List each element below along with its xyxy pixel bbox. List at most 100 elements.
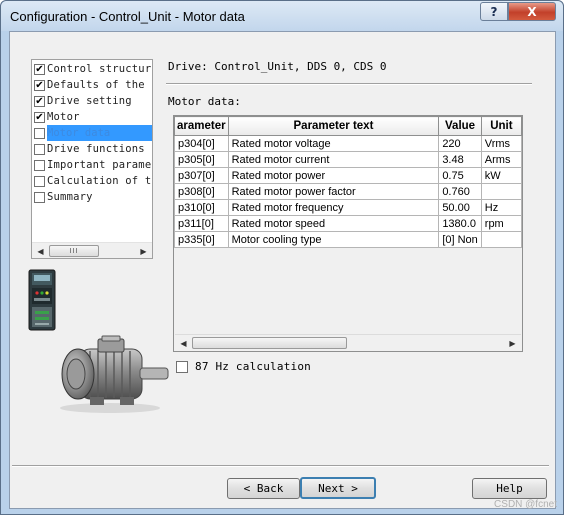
parameter-cell: p308[0]: [174, 183, 229, 200]
nav-item-label: Motor data: [47, 127, 111, 139]
motor-image: [50, 335, 175, 418]
table-row: p305[0] Rated motor current 3.48 Arms: [174, 151, 522, 168]
scroll-right-icon[interactable]: ▶: [135, 243, 152, 258]
nav-checkbox[interactable]: [34, 143, 45, 155]
checkmark-icon: ✔: [35, 95, 44, 107]
motor-data-grid: arameter Parameter text Value Unit p304[…: [173, 115, 523, 352]
column-header-parameter[interactable]: arameter: [174, 116, 229, 136]
scroll-left-icon[interactable]: ◀: [175, 335, 192, 351]
table-row: p310[0] Rated motor frequency 50.00 Hz: [174, 199, 522, 216]
column-header-value[interactable]: Value: [438, 116, 482, 136]
nav-item-control-structure[interactable]: ✔ Control structure: [32, 61, 152, 77]
nav-item-label: Motor: [47, 111, 80, 123]
drive-info-text: Drive: Control_Unit, DDS 0, CDS 0: [168, 60, 387, 73]
table-row: p311[0] Rated motor speed 1380.0 rpm: [174, 215, 522, 232]
nav-checkbox[interactable]: [34, 175, 45, 187]
parameter-text-cell: Rated motor power: [227, 167, 440, 184]
table-row: p335[0] Motor cooling type [0] Non: [174, 231, 522, 248]
parameter-cell: p311[0]: [174, 215, 229, 232]
help-button[interactable]: Help: [472, 478, 547, 499]
parameter-text-cell: Rated motor frequency: [227, 199, 440, 216]
drive-unit-image: [28, 269, 56, 334]
nav-checkbox[interactable]: ✔: [34, 95, 45, 107]
table-header-row: arameter Parameter text Value Unit: [174, 116, 522, 136]
parameter-text-cell: Rated motor speed: [227, 215, 440, 232]
87hz-label: 87 Hz calculation: [195, 360, 311, 373]
scroll-left-icon[interactable]: ◀: [32, 243, 49, 258]
checkmark-icon: ✔: [35, 63, 44, 75]
parameter-text-cell: Motor cooling type: [227, 231, 440, 248]
unit-cell: Arms: [480, 151, 522, 168]
nav-item-label: Important paramete: [47, 159, 152, 171]
nav-checkbox[interactable]: ✔: [34, 63, 45, 75]
nav-checkbox[interactable]: [34, 191, 45, 203]
nav-checkbox[interactable]: ✔: [34, 111, 45, 123]
nav-item-important-parameters[interactable]: Important paramete: [32, 157, 152, 173]
parameter-text-cell: Rated motor current: [227, 151, 440, 168]
value-cell[interactable]: 220: [438, 135, 482, 152]
unit-cell: [480, 231, 522, 248]
parameter-cell: p310[0]: [174, 199, 229, 216]
nav-item-label: Defaults of the se: [47, 79, 152, 91]
unit-cell: rpm: [480, 215, 522, 232]
nav-item-drive-functions[interactable]: Drive functions: [32, 141, 152, 157]
parameter-cell: p305[0]: [174, 151, 229, 168]
checkmark-icon: ✔: [35, 111, 44, 123]
87hz-checkbox[interactable]: [176, 360, 188, 373]
title-bar[interactable]: Configuration - Control_Unit - Motor dat…: [1, 1, 563, 31]
parameter-cell: p335[0]: [174, 231, 229, 248]
nav-horizontal-scrollbar[interactable]: ◀ III ▶: [32, 242, 152, 258]
value-cell[interactable]: [0] Non: [438, 231, 482, 248]
parameter-table: arameter Parameter text Value Unit p304[…: [174, 116, 522, 248]
value-cell[interactable]: 0.760: [438, 183, 482, 200]
unit-cell: [480, 183, 522, 200]
motor-data-label: Motor data:: [168, 95, 241, 108]
question-icon: ?: [490, 4, 498, 19]
nav-item-motor-data[interactable]: Motor data: [32, 125, 152, 141]
scrollbar-thumb[interactable]: [192, 337, 347, 349]
watermark: CSDN @fcnet: [494, 499, 557, 510]
option-87hz[interactable]: 87 Hz calculation: [176, 360, 311, 373]
dialog-body: ✔ Control structure ✔ Defaults of the se…: [9, 31, 556, 509]
back-button[interactable]: < Back: [227, 478, 300, 499]
value-cell[interactable]: 50.00: [438, 199, 482, 216]
divider: [166, 83, 532, 85]
nav-item-label: Drive setting: [47, 95, 132, 107]
nav-item-defaults[interactable]: ✔ Defaults of the se: [32, 77, 152, 93]
nav-checkbox[interactable]: ✔: [34, 79, 45, 91]
table-row: p307[0] Rated motor power 0.75 kW: [174, 167, 522, 184]
table-row: p308[0] Rated motor power factor 0.760: [174, 183, 522, 200]
checkmark-icon: ✔: [35, 79, 44, 91]
value-cell[interactable]: 3.48: [438, 151, 482, 168]
parameter-text-cell: Rated motor power factor: [227, 183, 440, 200]
nav-item-label: Summary: [47, 191, 93, 203]
nav-item-calculation[interactable]: Calculation of the: [32, 173, 152, 189]
unit-cell: Vrms: [480, 135, 522, 152]
title-help-button[interactable]: ?: [480, 2, 508, 21]
column-header-parameter-text[interactable]: Parameter text: [227, 116, 440, 136]
grid-horizontal-scrollbar[interactable]: ◀ ▶: [175, 334, 521, 351]
parameter-cell: p304[0]: [174, 135, 229, 152]
table-row: p304[0] Rated motor voltage 220 Vrms: [174, 135, 522, 152]
unit-cell: Hz: [480, 199, 522, 216]
nav-item-label: Control structure: [47, 63, 152, 75]
parameter-cell: p307[0]: [174, 167, 229, 184]
navigation-tree: ✔ Control structure ✔ Defaults of the se…: [31, 59, 153, 259]
column-header-unit[interactable]: Unit: [480, 116, 522, 136]
close-icon: X: [527, 4, 537, 19]
value-cell[interactable]: 1380.0: [438, 215, 482, 232]
nav-checkbox[interactable]: [34, 159, 45, 171]
title-close-button[interactable]: X: [508, 2, 556, 21]
nav-item-summary[interactable]: Summary: [32, 189, 152, 205]
next-button[interactable]: Next >: [300, 477, 376, 499]
unit-cell: kW: [480, 167, 522, 184]
nav-item-label: Drive functions: [47, 143, 145, 155]
nav-checkbox[interactable]: [34, 127, 45, 139]
nav-item-motor[interactable]: ✔ Motor: [32, 109, 152, 125]
scroll-right-icon[interactable]: ▶: [504, 335, 521, 351]
nav-item-label: Calculation of the: [47, 175, 152, 187]
scrollbar-thumb[interactable]: III: [49, 245, 99, 257]
value-cell[interactable]: 0.75: [438, 167, 482, 184]
nav-item-drive-setting[interactable]: ✔ Drive setting: [32, 93, 152, 109]
window-title: Configuration - Control_Unit - Motor dat…: [10, 9, 245, 24]
